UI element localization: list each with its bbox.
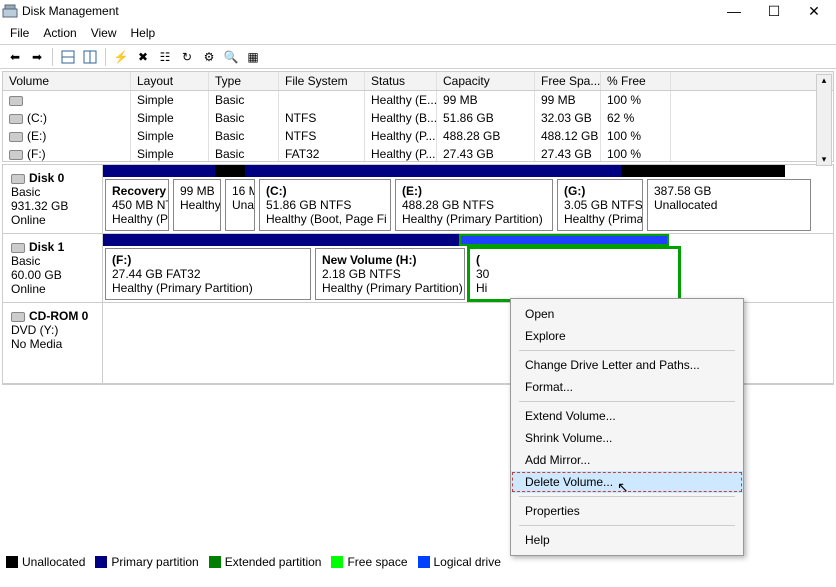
legend-primary-swatch — [95, 556, 107, 568]
toolbar: ⬅ ➡ ⚡ ✖ ☷ ↻ ⚙ 🔍 ▦ — [0, 45, 836, 69]
legend-primary: Primary partition — [111, 555, 198, 569]
partition-box[interactable]: (E:)488.28 GB NTFSHealthy (Primary Parti… — [395, 179, 553, 231]
table-row[interactable]: (E:)SimpleBasicNTFSHealthy (P...488.28 G… — [3, 127, 833, 145]
volume-list-body[interactable]: SimpleBasicHealthy (E...99 MB99 MB100 %(… — [3, 91, 833, 161]
partition-box[interactable]: 387.58 GBUnallocated — [647, 179, 811, 231]
disk-strip: Disk 1Basic60.00 GBOnline(F:)27.44 GB FA… — [3, 234, 833, 303]
rescan-icon[interactable]: ↻ — [178, 48, 196, 66]
table-row[interactable]: (F:)SimpleBasicFAT32Healthy (P...27.43 G… — [3, 145, 833, 161]
legend: Unallocated Primary partition Extended p… — [6, 555, 501, 569]
view-split-icon[interactable] — [59, 48, 77, 66]
refresh-icon[interactable] — [81, 48, 99, 66]
ctx-properties[interactable]: Properties — [511, 500, 743, 522]
search-icon[interactable]: 🔍 — [222, 48, 240, 66]
ctx-shrink[interactable]: Shrink Volume... — [511, 427, 743, 449]
list-icon[interactable]: ▦ — [244, 48, 262, 66]
col-fs[interactable]: File System — [279, 72, 365, 90]
ctx-help[interactable]: Help — [511, 529, 743, 551]
partition-box[interactable]: (C:)51.86 GB NTFSHealthy (Boot, Page Fi — [259, 179, 391, 231]
menu-help[interactable]: Help — [131, 26, 156, 40]
col-free[interactable]: Free Spa... — [535, 72, 601, 90]
ctx-mirror[interactable]: Add Mirror... — [511, 449, 743, 471]
legend-free-swatch — [331, 556, 343, 568]
table-row[interactable]: (C:)SimpleBasicNTFSHealthy (B...51.86 GB… — [3, 109, 833, 127]
ctx-format[interactable]: Format... — [511, 376, 743, 398]
close-button[interactable]: ✕ — [794, 0, 834, 22]
volume-list: Volume Layout Type File System Status Ca… — [2, 71, 834, 162]
col-volume[interactable]: Volume — [3, 72, 131, 90]
minimize-button[interactable]: — — [714, 0, 754, 22]
forward-button[interactable]: ➡ — [28, 48, 46, 66]
volume-list-header: Volume Layout Type File System Status Ca… — [3, 72, 833, 91]
ctx-open[interactable]: Open — [511, 303, 743, 325]
action-icon[interactable]: ⚡ — [112, 48, 130, 66]
legend-extended: Extended partition — [225, 555, 322, 569]
legend-unallocated: Unallocated — [22, 555, 85, 569]
legend-unallocated-swatch — [6, 556, 18, 568]
col-layout[interactable]: Layout — [131, 72, 209, 90]
app-icon — [2, 3, 18, 19]
ctx-explore[interactable]: Explore — [511, 325, 743, 347]
title-bar: Disk Management — ☐ ✕ — [0, 0, 836, 22]
ctx-extend[interactable]: Extend Volume... — [511, 405, 743, 427]
properties-icon[interactable]: ☷ — [156, 48, 174, 66]
disk-label[interactable]: CD-ROM 0DVD (Y:)No Media — [3, 303, 103, 383]
disk-strip: Disk 0Basic931.32 GBOnlineRecovery450 MB… — [3, 165, 833, 234]
disk-label[interactable]: Disk 0Basic931.32 GBOnline — [3, 165, 103, 233]
window-title: Disk Management — [22, 4, 714, 18]
col-type[interactable]: Type — [209, 72, 279, 90]
legend-logical-swatch — [418, 556, 430, 568]
table-row[interactable]: SimpleBasicHealthy (E...99 MB99 MB100 % — [3, 91, 833, 109]
partition-box[interactable]: Recovery450 MB NTHealthy (Pr — [105, 179, 169, 231]
volume-scrollbar[interactable] — [816, 74, 832, 166]
delete-icon[interactable]: ✖ — [134, 48, 152, 66]
menu-file[interactable]: File — [10, 26, 29, 40]
col-pctfree[interactable]: % Free — [601, 72, 671, 90]
disk-label[interactable]: Disk 1Basic60.00 GBOnline — [3, 234, 103, 302]
partition-box[interactable]: (30Hi — [469, 248, 679, 300]
back-button[interactable]: ⬅ — [6, 48, 24, 66]
maximize-button[interactable]: ☐ — [754, 0, 794, 22]
partition-box[interactable]: New Volume (H:)2.18 GB NTFSHealthy (Prim… — [315, 248, 465, 300]
menu-action[interactable]: Action — [43, 26, 76, 40]
ctx-delete-volume[interactable]: Delete Volume... — [511, 471, 743, 493]
legend-free: Free space — [347, 555, 407, 569]
context-menu: Open Explore Change Drive Letter and Pat… — [510, 298, 744, 556]
partition-box[interactable]: 16 MUna — [225, 179, 255, 231]
partition-box[interactable]: (F:)27.44 GB FAT32Healthy (Primary Parti… — [105, 248, 311, 300]
legend-logical: Logical drive — [434, 555, 501, 569]
col-capacity[interactable]: Capacity — [437, 72, 535, 90]
ctx-change-letter[interactable]: Change Drive Letter and Paths... — [511, 354, 743, 376]
menu-bar: File Action View Help — [0, 22, 836, 45]
partition-box[interactable]: (G:)3.05 GB NTFSHealthy (Primar — [557, 179, 643, 231]
settings-icon[interactable]: ⚙ — [200, 48, 218, 66]
menu-view[interactable]: View — [91, 26, 117, 40]
col-status[interactable]: Status — [365, 72, 437, 90]
legend-extended-swatch — [209, 556, 221, 568]
partition-box[interactable]: 99 MBHealthy — [173, 179, 221, 231]
